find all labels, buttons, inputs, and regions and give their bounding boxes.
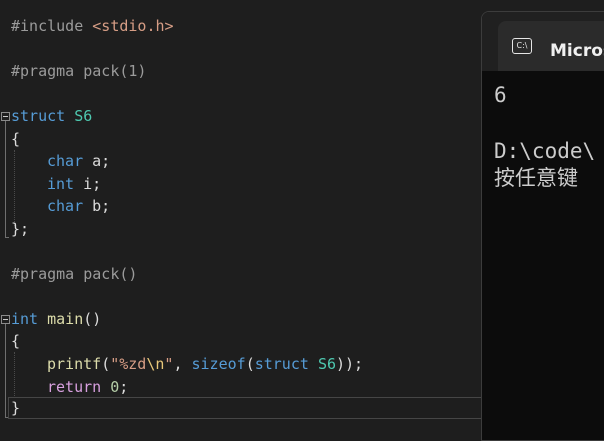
main-indent-guide [14, 352, 15, 398]
main-fold-toggle[interactable] [1, 315, 10, 324]
code-line-main-decl[interactable]: int main() [11, 308, 101, 330]
printf-close: )); [336, 355, 364, 373]
field-i-type: int [47, 175, 75, 193]
printf-name: printf [47, 355, 102, 373]
code-line-main-open[interactable]: { [11, 330, 20, 352]
code-line-struct-open[interactable]: { [11, 128, 20, 150]
printf-format-string: "%zd [110, 355, 147, 373]
sizeof-open-paren: ( [245, 355, 255, 373]
code-line-field-b[interactable]: char b; [47, 195, 110, 217]
return-value: 0 [110, 378, 120, 396]
code-line-field-i[interactable]: int i; [47, 173, 101, 195]
code-line-printf[interactable]: printf("%zd\n", sizeof(struct S6)); [47, 353, 363, 375]
code-line-return[interactable]: return 0; [47, 376, 128, 398]
sizeof-type-name: S6 [317, 355, 336, 373]
field-a-type: char [47, 152, 84, 170]
main-function-name: main [47, 310, 84, 328]
field-i-name: i; [74, 175, 102, 193]
main-return-type: int [11, 310, 39, 328]
code-line-include[interactable]: #include <stdio.h> [11, 15, 174, 37]
return-space [101, 378, 110, 396]
printf-comma: , [173, 355, 192, 373]
console-tab-title: Microsoft Visual Studio 调试控制台 [550, 41, 604, 61]
console-tab[interactable]: C:\ Microsoft Visual Studio 调试控制台 [498, 21, 604, 71]
field-b-name: b; [83, 197, 111, 215]
main-fold-line [5, 324, 6, 417]
struct-fold-line [5, 121, 6, 237]
console-title-bar[interactable]: C:\ Microsoft Visual Studio 调试控制台 [482, 12, 604, 71]
struct-keyword: struct [11, 107, 66, 125]
printf-escape-newline: \n [146, 355, 165, 373]
printf-open-paren: ( [101, 355, 111, 373]
return-semicolon: ; [119, 378, 129, 396]
code-line-struct-close[interactable]: }; [11, 218, 29, 240]
debug-console-window[interactable]: C:\ Microsoft Visual Studio 调试控制台 6 D:\c… [481, 11, 604, 441]
sizeof-struct-keyword: struct [254, 355, 309, 373]
console-path-line: D:\code\ [494, 139, 596, 163]
return-keyword: return [47, 378, 102, 396]
sizeof-space [309, 355, 318, 373]
code-line-pragma-pack-reset[interactable]: #pragma pack() [11, 263, 137, 285]
field-b-type: char [47, 197, 84, 215]
terminal-icon: C:\ [512, 38, 532, 54]
code-line-field-a[interactable]: char a; [47, 150, 110, 172]
struct-fold-toggle[interactable] [1, 112, 10, 121]
struct-fold-end [5, 237, 9, 238]
current-line-highlight [8, 397, 488, 419]
code-line-struct-decl[interactable]: struct S6 [11, 105, 92, 127]
field-a-name: a; [83, 152, 111, 170]
struct-indent-guide [14, 150, 15, 226]
console-press-any-key: 按任意键 [494, 166, 578, 190]
main-parens: () [83, 310, 102, 328]
struct-name: S6 [74, 107, 93, 125]
code-line-pragma-pack-1[interactable]: #pragma pack(1) [11, 60, 146, 82]
console-output-area[interactable]: 6 D:\code\ 按任意键 [482, 71, 604, 440]
console-output-value: 6 [494, 83, 507, 107]
sizeof-keyword: sizeof [191, 355, 246, 373]
code-line-main-close[interactable]: } [11, 397, 20, 419]
include-directive: #include [11, 17, 84, 35]
include-header: <stdio.h> [92, 17, 174, 35]
